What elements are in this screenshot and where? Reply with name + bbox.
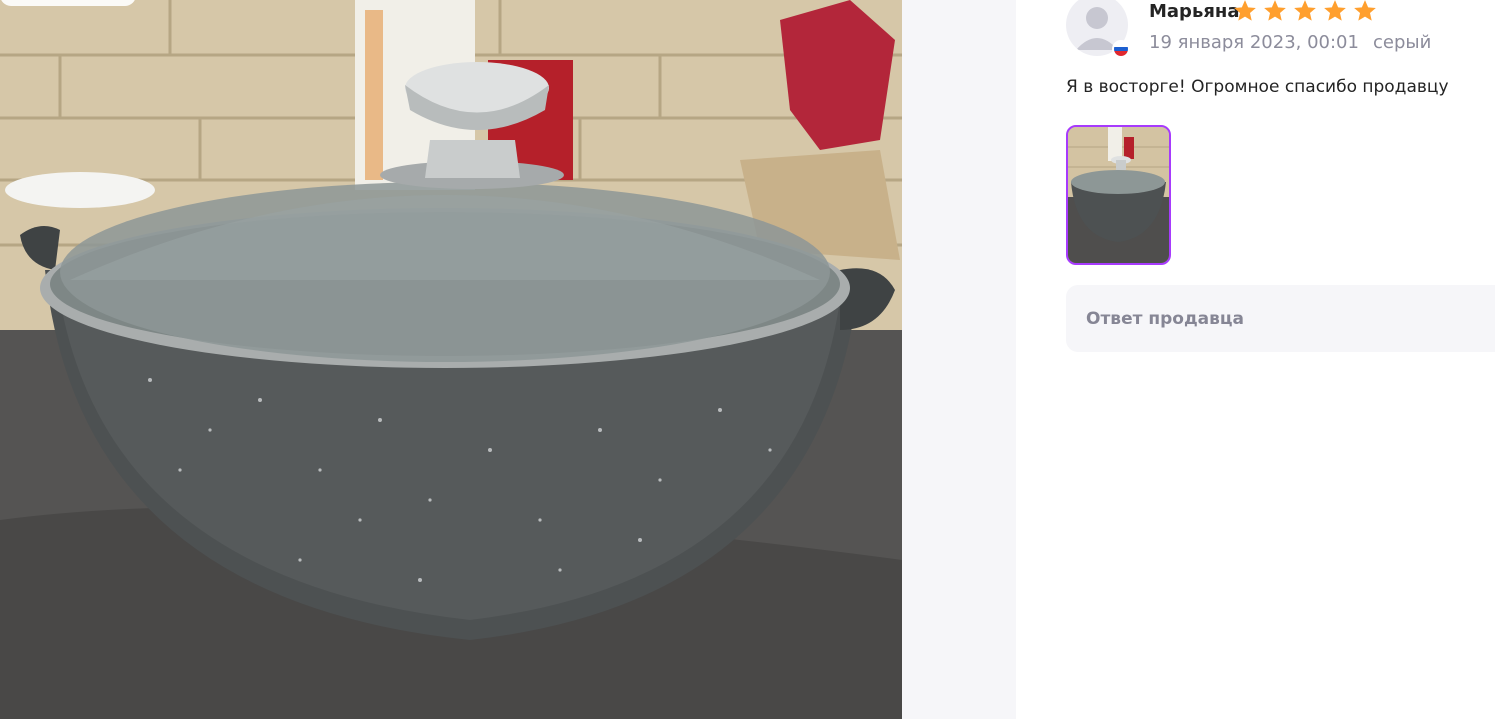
review-text: Я в восторге! Огромное спасибо продавцу [1066, 77, 1449, 97]
product-color: серый [1372, 32, 1432, 53]
review-photo-thumbnail[interactable] [1066, 125, 1171, 265]
review-date: 19 января 2023, 00:01 [1149, 32, 1359, 53]
star-icon [1352, 0, 1378, 24]
avatar [1066, 0, 1130, 57]
star-icon [1322, 0, 1348, 24]
seller-reply-label: Ответ продавца [1086, 309, 1244, 329]
rating-stars [1232, 0, 1378, 24]
author-name: Марьяна [1149, 1, 1240, 22]
photo-image [0, 0, 902, 719]
review-meta: 19 января 2023, 00:01 серый [1149, 31, 1431, 55]
star-icon [1292, 0, 1318, 24]
star-icon [1232, 0, 1258, 24]
image-viewer [0, 0, 1016, 719]
photo-counter-pill [0, 0, 136, 6]
star-icon [1262, 0, 1288, 24]
russia-flag-icon [1114, 42, 1128, 56]
review-photo[interactable] [0, 0, 902, 719]
review-panel: Марьяна 19 января 2023, 00:01 серый Я в в… [1016, 0, 1495, 719]
seller-reply[interactable]: Ответ продавца [1066, 285, 1495, 352]
